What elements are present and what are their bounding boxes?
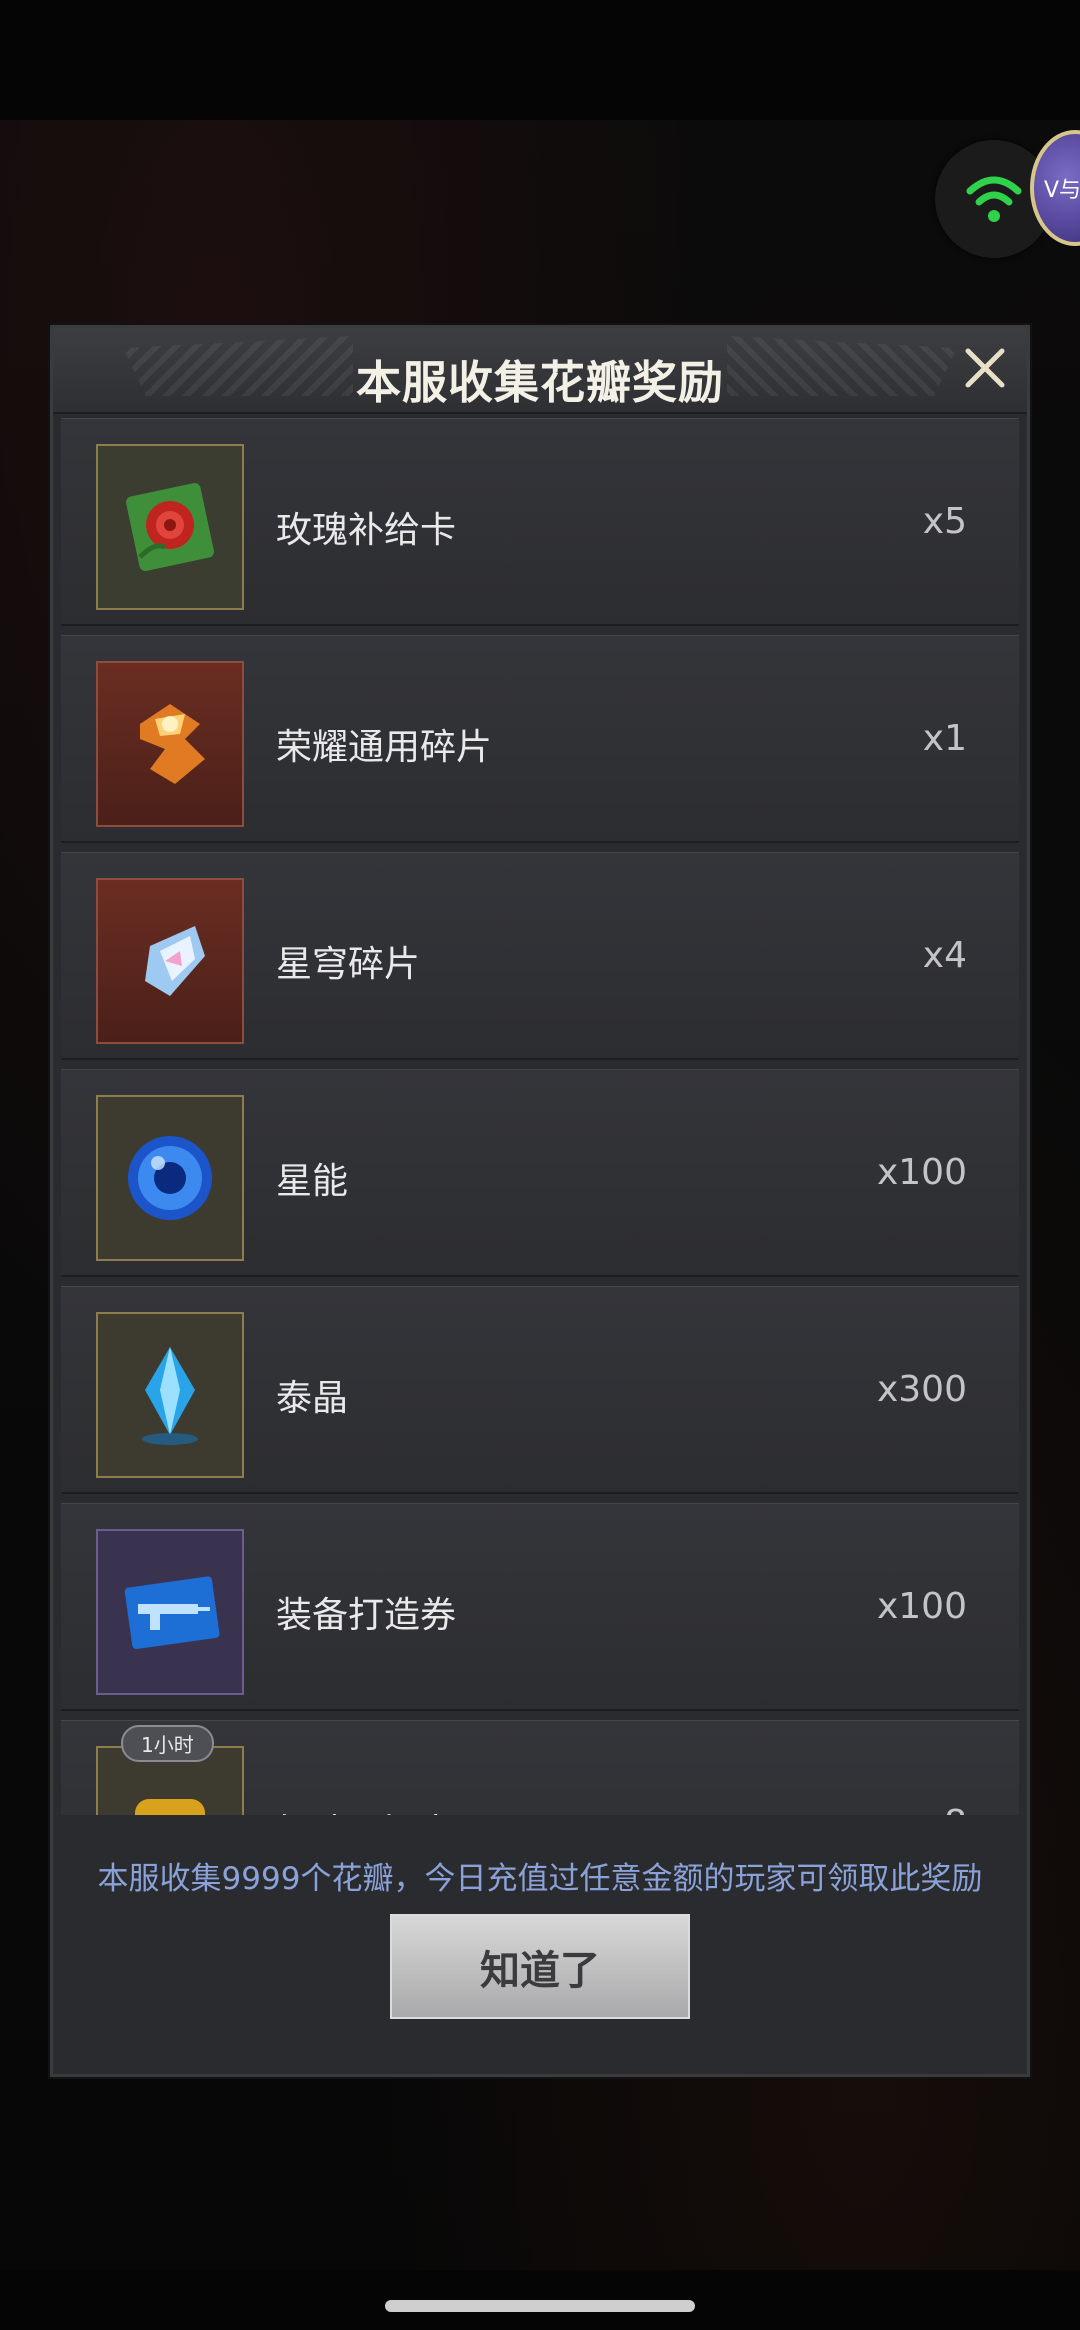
item-name: 加速1小时 [276, 1803, 443, 1815]
dialog-title: 本服收集花瓣奖励 [355, 356, 724, 409]
game-screen: V与 本服收集花瓣奖励 玫瑰补给卡 x5 荣耀通用碎片 x1 星穹碎片 x4 星… [0, 0, 1080, 2330]
item-name: 装备打造券 [276, 1595, 457, 1636]
reward-row: 星穹碎片 x4 [61, 852, 1019, 1060]
item-quantity: x5 [922, 501, 967, 542]
item-quantity: x1 [922, 718, 967, 759]
item-quantity: x4 [922, 935, 967, 976]
wifi-icon [966, 176, 1022, 222]
item-quantity: x100 [876, 1152, 967, 1193]
star-dome-fragment-icon [96, 878, 244, 1044]
duration-badge: 1小时 [121, 1725, 214, 1762]
close-button[interactable] [955, 338, 1015, 398]
item-name: 玫瑰补给卡 [276, 510, 457, 551]
reward-row: 星能 x100 [61, 1069, 1019, 1277]
reward-row: 1小时 加速1小时 x8 [61, 1720, 1019, 1815]
equipment-forge-ticket-icon [96, 1529, 244, 1695]
item-quantity: x8 [923, 1803, 967, 1815]
reward-list[interactable]: 玫瑰补给卡 x5 荣耀通用碎片 x1 星穹碎片 x4 星能 x100 泰晶 x3… [61, 418, 1019, 1815]
item-quantity: x300 [876, 1369, 967, 1410]
item-name: 泰晶 [276, 1378, 349, 1419]
close-icon [965, 348, 1005, 388]
reward-rule-note: 本服收集9999个花瓣，今日充值过任意金额的玩家可领取此奖励 [97, 1861, 983, 1897]
item-name: 星能 [276, 1161, 349, 1202]
reward-row: 玫瑰补给卡 x5 [61, 418, 1019, 626]
confirm-button[interactable]: 知道了 [390, 1914, 690, 2019]
reward-row: 泰晶 x300 [61, 1286, 1019, 1494]
reward-row: 装备打造券 x100 [61, 1503, 1019, 1711]
rose-supply-card-icon [96, 444, 244, 610]
avatar-text: V与 [1044, 178, 1080, 203]
glory-fragment-icon [96, 661, 244, 827]
crystal-icon [96, 1312, 244, 1478]
item-name: 荣耀通用碎片 [276, 727, 493, 768]
dialog-header: 本服收集花瓣奖励 [53, 328, 1027, 414]
star-energy-orb-icon [96, 1095, 244, 1261]
home-indicator[interactable] [385, 2300, 695, 2312]
reward-row: 荣耀通用碎片 x1 [61, 635, 1019, 843]
reward-dialog: 本服收集花瓣奖励 玫瑰补给卡 x5 荣耀通用碎片 x1 星穹碎片 x4 星能 x… [50, 325, 1030, 2077]
item-quantity: x100 [876, 1586, 967, 1627]
item-name: 星穹碎片 [276, 944, 421, 985]
